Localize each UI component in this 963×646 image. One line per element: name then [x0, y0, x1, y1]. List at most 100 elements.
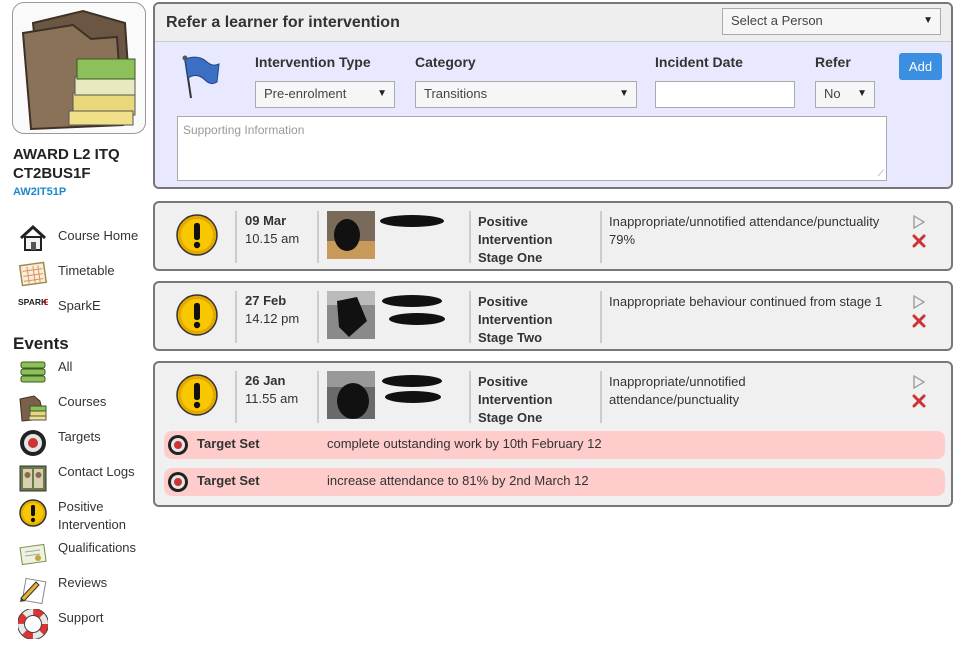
sidebar: AWARD L2 ITQ CT2BUS1F AW2IT51P Course Ho… — [0, 0, 150, 646]
event-all[interactable]: All — [18, 358, 153, 388]
target-icon — [168, 435, 188, 455]
event-label-courses: Courses — [58, 394, 107, 409]
intervention-type: Positive Intervention Stage One — [478, 373, 588, 427]
divider — [469, 371, 471, 423]
warning-icon — [19, 499, 47, 527]
course-title: AWARD L2 ITQ CT2BUS1F — [13, 145, 153, 183]
event-contact-logs[interactable]: Contact Logs — [18, 463, 153, 493]
intervention-description: Inappropriate/unnotified attendance/punc… — [609, 214, 880, 247]
intervention-type-line: Stage Two — [478, 330, 543, 345]
refer-learner-panel: Refer a learner for intervention Select … — [153, 2, 953, 189]
refer-select[interactable]: No ▼ — [815, 81, 875, 108]
event-label-all: All — [58, 359, 73, 374]
delete-icon[interactable] — [912, 314, 926, 328]
intervention-time: 10.15 am — [245, 231, 300, 246]
course-code: AW2IT51P — [13, 186, 67, 198]
intervention-type-label: Intervention Type — [255, 54, 371, 70]
divider — [235, 291, 237, 343]
divider — [469, 211, 471, 263]
intervention-type-line: Intervention — [478, 392, 553, 407]
chevron-down-icon: ▼ — [619, 88, 629, 99]
intervention-card: 09 Mar 10.15 am Positive Intervention St… — [153, 201, 953, 271]
intervention-date: 26 Jan — [245, 373, 286, 388]
event-reviews[interactable]: Reviews — [18, 574, 153, 604]
target-text: increase attendance to 81% by 2nd March … — [327, 473, 589, 488]
resize-handle-icon[interactable]: ⟋ — [878, 168, 884, 179]
target-row[interactable]: Target Set increase attendance to 81% by… — [164, 468, 945, 496]
refer-panel-header: Refer a learner for intervention Select … — [155, 4, 951, 42]
divider — [600, 291, 602, 343]
course-folder-image — [12, 2, 146, 134]
event-label-reviews: Reviews — [58, 575, 108, 590]
divider — [469, 291, 471, 343]
target-label: Target Set — [197, 436, 260, 451]
books-icon — [19, 395, 47, 422]
delete-icon[interactable] — [912, 394, 926, 408]
refer-value: No — [824, 86, 841, 101]
event-positive-intervention[interactable]: Positive Intervention — [18, 498, 153, 534]
event-courses[interactable]: Courses — [18, 393, 153, 423]
add-button[interactable]: Add — [899, 53, 942, 80]
delete-icon[interactable] — [912, 234, 926, 248]
category-value: Transitions — [424, 86, 488, 101]
divider — [600, 211, 602, 263]
nav-timetable[interactable]: Timetable — [18, 258, 153, 288]
divider — [235, 371, 237, 423]
target-text: complete outstanding work by 10th Februa… — [327, 436, 602, 451]
event-targets[interactable]: Targets — [18, 428, 153, 458]
play-icon[interactable] — [913, 215, 925, 229]
chevron-down-icon: ▼ — [857, 88, 867, 99]
refer-label: Refer — [815, 54, 851, 70]
target-row[interactable]: Target Set complete outstanding work by … — [164, 431, 945, 459]
intervention-type-value: Pre-enrolment — [264, 86, 347, 101]
play-icon[interactable] — [913, 375, 925, 389]
incident-date-input[interactable] — [655, 81, 795, 108]
redacted-name — [382, 295, 445, 325]
intervention-time: 11.55 am — [245, 391, 299, 406]
divider — [235, 211, 237, 263]
intervention-type-line: Intervention — [478, 232, 553, 247]
event-support[interactable]: Support — [18, 609, 153, 639]
category-label: Category — [415, 54, 476, 70]
flag-icon — [182, 55, 220, 99]
warning-icon — [176, 294, 218, 336]
calendar-icon — [18, 261, 48, 287]
target-icon — [20, 430, 46, 456]
target-label: Target Set — [197, 473, 260, 488]
house-icon — [19, 224, 47, 251]
stack-icon — [20, 361, 46, 383]
lifebuoy-icon — [18, 609, 48, 639]
intervention-type: Positive Intervention Stage Two — [478, 293, 588, 347]
event-label-qualifications: Qualifications — [58, 540, 137, 555]
nav-sparke[interactable]: SPARK E SparkE — [18, 293, 153, 323]
intervention-description: Inappropriate/unnotified attendance/punc… — [609, 374, 746, 407]
category-select[interactable]: Transitions ▼ — [415, 81, 637, 108]
intervention-date: 09 Mar — [245, 213, 287, 228]
play-icon[interactable] — [913, 295, 925, 309]
intervention-description: Inappropriate behaviour continued from s… — [609, 294, 883, 309]
supporting-information-placeholder: Supporting Information — [183, 123, 305, 137]
target-icon — [168, 472, 188, 492]
event-label-support: Support — [58, 610, 104, 625]
divider — [317, 371, 319, 423]
intervention-type-line: Intervention — [478, 312, 553, 327]
intervention-type-select[interactable]: Pre-enrolment ▼ — [255, 81, 395, 108]
intervention-type-line: Stage One — [478, 250, 543, 265]
nav-label-sparke: SparkE — [58, 298, 101, 313]
event-label-positive-intervention: Positive Intervention — [58, 499, 126, 532]
event-label-targets: Targets — [58, 429, 101, 444]
certificate-icon — [19, 543, 47, 566]
course-title-line1: AWARD L2 ITQ — [13, 146, 120, 163]
events-heading: Events — [13, 334, 69, 353]
supporting-information-textarea[interactable]: Supporting Information ⟋ — [177, 116, 887, 181]
intervention-time: 14.12 pm — [245, 311, 300, 326]
person-select[interactable]: Select a Person ▼ — [722, 8, 941, 35]
chevron-down-icon: ▼ — [923, 15, 933, 26]
nav-course-home[interactable]: Course Home — [18, 223, 153, 253]
intervention-type-line: Positive — [478, 374, 528, 389]
intervention-date: 27 Feb — [245, 293, 287, 308]
event-qualifications[interactable]: Qualifications — [18, 539, 153, 569]
svg-text:E: E — [44, 297, 48, 307]
learner-photo — [327, 371, 375, 419]
intervention-type-line: Positive — [478, 294, 528, 309]
